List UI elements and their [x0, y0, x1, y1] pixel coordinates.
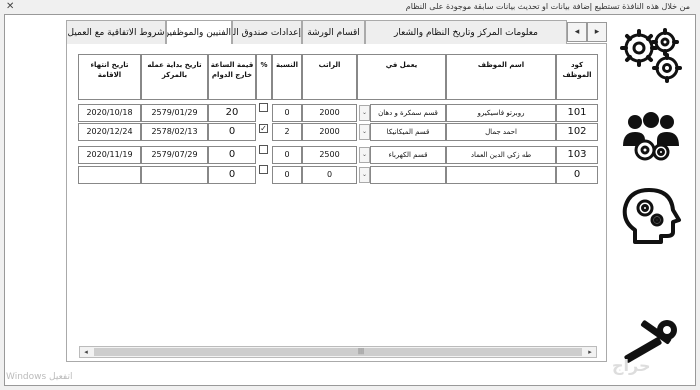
- cell-name[interactable]: روبرتو فاسيكيرو: [446, 104, 556, 122]
- sidebar-item-team[interactable]: [609, 102, 693, 174]
- tab-workshop-sections[interactable]: اقسام الورشة: [302, 20, 365, 44]
- header-employee-name: اسم الموظف: [446, 54, 556, 100]
- cell-works-in[interactable]: قسم الميكانيكا: [370, 123, 446, 141]
- tab-label: الفنيين والموظفين: [166, 28, 231, 38]
- cell-percent[interactable]: 0: [272, 146, 302, 164]
- cell-salary[interactable]: 2000: [302, 123, 357, 141]
- percent-checkbox[interactable]: [259, 165, 268, 174]
- scroll-left-icon[interactable]: ◂: [80, 347, 92, 357]
- cell-works-in[interactable]: قسم الكهرباء: [370, 146, 446, 164]
- tab-strip: معلومات المركز وتاريخ النظام والشعار اقس…: [66, 20, 607, 45]
- scroll-grip-icon: |||: [358, 348, 365, 355]
- tab-technicians-employees[interactable]: الفنيين والموظفين: [166, 20, 232, 45]
- app-window: { "window": { "title": "من خلال هذه النا…: [0, 0, 700, 390]
- team-settings-icon: [615, 106, 687, 170]
- cell-works-in[interactable]: [370, 166, 446, 184]
- scrollbar-thumb[interactable]: [94, 348, 582, 356]
- tab-cashbox-settings[interactable]: إعدادات صندوق المحاسبة: [232, 20, 302, 44]
- sidebar: [607, 14, 696, 386]
- cell-name[interactable]: طه زكي الدين العماد: [446, 146, 556, 164]
- tab-label: معلومات المركز وتاريخ النظام والشعار: [394, 28, 538, 38]
- cell-overtime[interactable]: 0: [208, 123, 256, 141]
- sidebar-item-ideas[interactable]: [609, 182, 693, 254]
- header-residency-end: تاريخ انتهاء الاقامة: [78, 54, 141, 100]
- cell-overtime[interactable]: 20: [208, 104, 256, 122]
- brand-watermark: حراج: [612, 356, 651, 375]
- cell-percent[interactable]: 0: [272, 166, 302, 184]
- cell-code[interactable]: 101: [556, 104, 598, 122]
- dropdown-arrow-icon[interactable]: ⌄: [359, 147, 370, 163]
- header-works-in: يعمل في: [357, 54, 446, 100]
- cell-residency-end[interactable]: 2020/10/18: [78, 104, 141, 122]
- cell-overtime[interactable]: 0: [208, 166, 256, 184]
- tab-client-agreement-terms[interactable]: شروط الاتفاقية مع العميل: [66, 20, 166, 44]
- cell-salary[interactable]: 2000: [302, 104, 357, 122]
- header-overtime-rate: قيمة الساعة خارج الدوام: [208, 54, 256, 100]
- cell-residency-end[interactable]: 2020/12/24: [78, 123, 141, 141]
- horizontal-scrollbar[interactable]: ◂ ||| ▸: [79, 346, 597, 358]
- cell-residency-end[interactable]: [78, 166, 141, 184]
- cell-salary[interactable]: 0: [302, 166, 357, 184]
- header-salary: الراتب: [302, 54, 357, 100]
- cell-percent[interactable]: 0: [272, 104, 302, 122]
- cell-code[interactable]: 102: [556, 123, 598, 141]
- tab-label: شروط الاتفاقية مع العميل: [67, 28, 165, 38]
- window-title-bar: ✕ من خلال هذه النافذة تستطيع إضافة بيانا…: [0, 0, 700, 14]
- head-gear-icon: [615, 184, 687, 252]
- percent-checkbox[interactable]: ✓: [259, 124, 268, 133]
- cell-start-date[interactable]: 2579/07/29: [141, 146, 208, 164]
- tab-center-info[interactable]: معلومات المركز وتاريخ النظام والشعار: [365, 20, 567, 44]
- cell-start-date[interactable]: [141, 166, 208, 184]
- cell-start-date[interactable]: 2578/02/13: [141, 123, 208, 141]
- dropdown-arrow-icon[interactable]: ⌄: [359, 167, 370, 183]
- dropdown-arrow-icon[interactable]: ⌄: [359, 124, 370, 140]
- header-employee-code: كود الموظف: [556, 54, 598, 100]
- close-icon[interactable]: ✕: [6, 2, 14, 12]
- header-start-date: تاريخ بداية عمله بالمركز: [141, 54, 208, 100]
- gears-icon: [615, 26, 687, 90]
- cell-start-date[interactable]: 2579/01/29: [141, 104, 208, 122]
- scroll-right-icon[interactable]: ▸: [584, 347, 596, 357]
- cell-name[interactable]: احمد جمال: [446, 123, 556, 141]
- cell-code[interactable]: 0: [556, 166, 598, 184]
- percent-checkbox[interactable]: [259, 103, 268, 112]
- cell-residency-end[interactable]: 2020/11/19: [78, 146, 141, 164]
- cell-code[interactable]: 103: [556, 146, 598, 164]
- checkmark-icon: ✓: [260, 124, 267, 133]
- dropdown-arrow-icon[interactable]: ⌄: [359, 105, 370, 121]
- window-title: من خلال هذه النافذة تستطيع إضافة بيانات …: [405, 2, 690, 11]
- header-percent: النسبة: [272, 54, 302, 100]
- header-percent-flag: %: [256, 54, 272, 100]
- tab-label: إعدادات صندوق المحاسبة: [233, 28, 301, 38]
- cell-works-in[interactable]: قسم سمكرة و دهان: [370, 104, 446, 122]
- cell-overtime[interactable]: 0: [208, 146, 256, 164]
- activation-watermark: Windows اتفعيل: [6, 372, 73, 382]
- cell-salary[interactable]: 2500: [302, 146, 357, 164]
- cell-name[interactable]: [446, 166, 556, 184]
- cell-percent[interactable]: 2: [272, 123, 302, 141]
- percent-checkbox[interactable]: [259, 145, 268, 154]
- tab-label: اقسام الورشة: [307, 28, 360, 38]
- sidebar-item-settings[interactable]: [609, 22, 693, 94]
